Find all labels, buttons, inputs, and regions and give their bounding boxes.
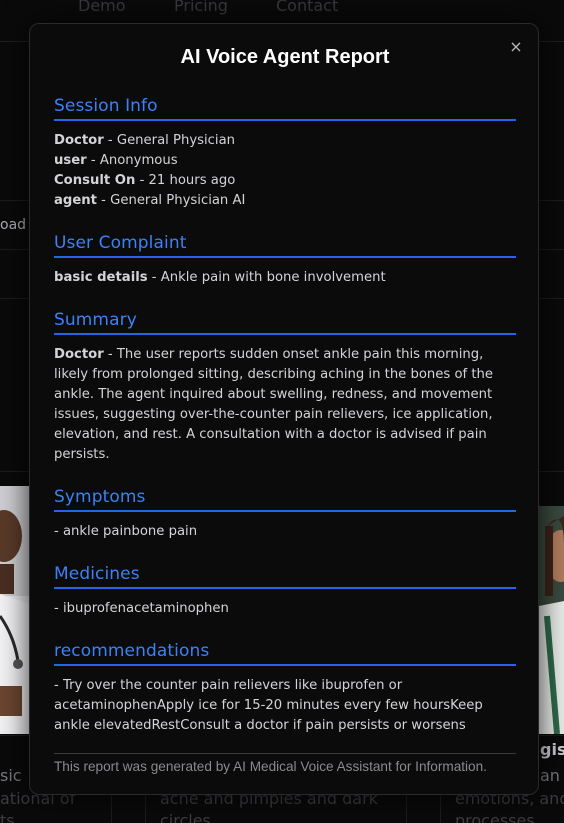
report-modal: × AI Voice Agent Report Session Info Doc… bbox=[29, 23, 539, 795]
bg-card-text: circles bbox=[160, 811, 211, 823]
section-heading: Medicines bbox=[54, 564, 516, 589]
modal-title: AI Voice Agent Report bbox=[180, 46, 390, 68]
section-summary: Summary Doctor - The user reports sudden… bbox=[54, 310, 516, 465]
recommendations-text: - Try over the counter pain relievers li… bbox=[54, 678, 483, 733]
section-recommendations: recommendations - Try over the counter p… bbox=[54, 641, 516, 736]
medicines-text: - ibuprofenacetaminophen bbox=[54, 601, 229, 616]
section-session-info: Session Info Doctor - General Physician … bbox=[54, 96, 516, 211]
bg-card-title: gis bbox=[540, 740, 564, 759]
bg-card-text: an bbox=[540, 766, 560, 785]
nav-contact[interactable]: Contact bbox=[276, 0, 338, 15]
nav-pricing[interactable]: Pricing bbox=[174, 0, 228, 15]
nav-demo[interactable]: Demo bbox=[78, 0, 126, 15]
section-user-complaint: User Complaint basic details - Ankle pai… bbox=[54, 233, 516, 288]
symptoms-text: - ankle painbone pain bbox=[54, 524, 198, 539]
summary-text: Doctor - The user reports sudden onset a… bbox=[54, 347, 493, 462]
section-heading: recommendations bbox=[54, 641, 516, 666]
bg-card-text: processes bbox=[455, 811, 535, 823]
info-row-user: user - Anonymous bbox=[54, 153, 178, 168]
doctor-photo-right bbox=[539, 506, 564, 734]
section-heading: Session Info bbox=[54, 96, 516, 121]
section-heading: Symptoms bbox=[54, 487, 516, 512]
section-medicines: Medicines - ibuprofenacetaminophen bbox=[54, 564, 516, 619]
section-heading: Summary bbox=[54, 310, 516, 335]
info-row-consult-on: Consult On - 21 hours ago bbox=[54, 173, 236, 188]
doctor-photo-left bbox=[0, 486, 29, 734]
section-heading: User Complaint bbox=[54, 233, 516, 258]
section-symptoms: Symptoms - ankle painbone pain bbox=[54, 487, 516, 542]
bg-card-text: sic bbox=[0, 766, 22, 785]
info-row-doctor: Doctor - General Physician bbox=[54, 133, 236, 148]
bg-card-text: ts bbox=[0, 811, 15, 823]
info-row-agent: agent - General Physician AI bbox=[54, 193, 246, 208]
bg-text-fragment: oad bbox=[0, 217, 27, 233]
report-footer: This report was generated by AI Medical … bbox=[54, 753, 516, 774]
complaint-text: basic details - Ankle pain with bone inv… bbox=[54, 270, 386, 285]
